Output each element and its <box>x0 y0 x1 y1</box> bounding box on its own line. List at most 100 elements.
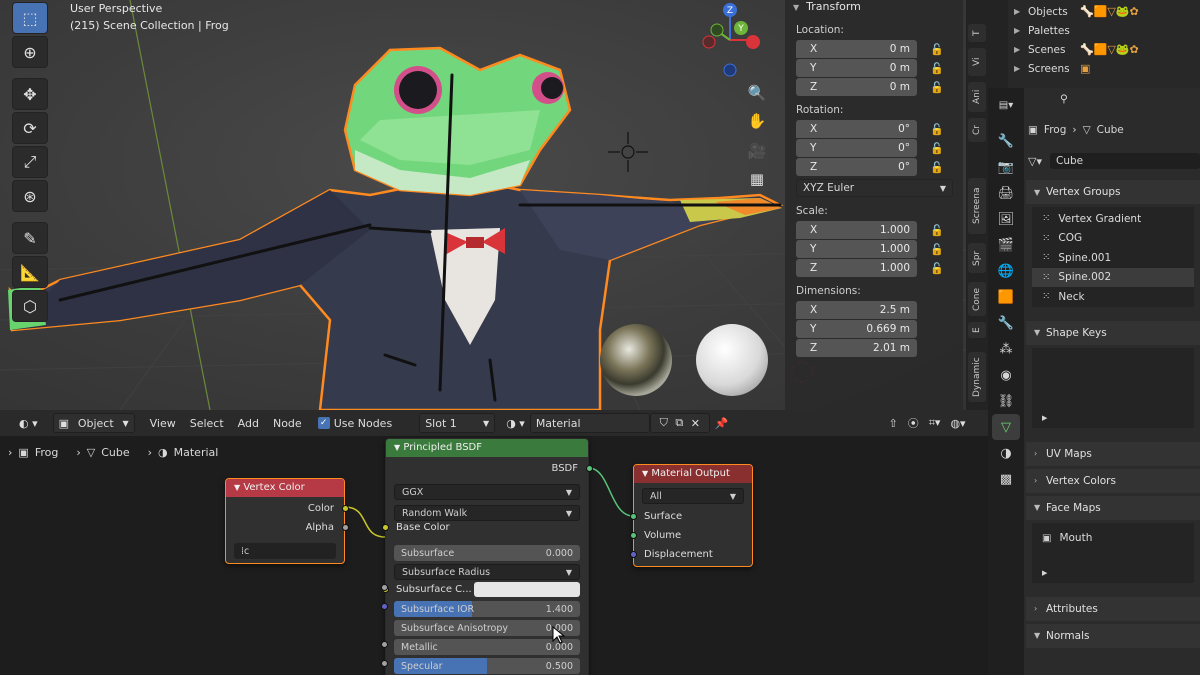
principled-bsdf-header[interactable]: ▼ Principled BSDF <box>386 439 588 457</box>
scale-y-input[interactable]: Y 1.000 <box>796 240 917 258</box>
transform-tool-icon[interactable]: ⊛ <box>12 180 48 212</box>
collapse-icon[interactable]: ▼ <box>642 469 648 478</box>
expand-arrow-icon[interactable]: ▶ <box>1014 64 1028 73</box>
physics-tab-icon[interactable]: ◉ <box>992 362 1020 388</box>
zoom-icon[interactable]: 🔍 <box>744 80 770 106</box>
sidebar-tab-0[interactable]: T <box>968 24 986 42</box>
sidebar-tab-7[interactable]: E <box>968 322 986 338</box>
sidebar-tab-4[interactable]: Screena <box>968 178 986 234</box>
face-maps-section[interactable]: ▼ Face Maps <box>1026 495 1200 520</box>
dimensions-y-input[interactable]: Y 0.669 m <box>796 320 917 338</box>
base-color-socket[interactable] <box>382 524 389 531</box>
distribution-select[interactable]: GGX ▼ <box>394 484 580 500</box>
location-x-input[interactable]: X 0 m <box>796 40 917 58</box>
search-icon[interactable]: ⚲ <box>1060 93 1068 105</box>
material-output-header[interactable]: ▼ Material Output <box>634 465 752 483</box>
sidebar-tab-5[interactable]: Spr <box>968 243 986 273</box>
outliner[interactable]: ▶ Objects 🦴🟧▽🐸✿ ▶ Palettes ▶ Scenes 🦴🟧▽🐸✿ ▶ Scree… <box>988 0 1200 88</box>
volume-socket[interactable] <box>630 532 637 539</box>
add-cube-tool-icon[interactable]: ⬡ <box>12 290 48 322</box>
specular-field[interactable]: Specular 0.500 <box>394 658 580 674</box>
play-icon[interactable]: ▶ <box>1042 414 1047 422</box>
lock-icon[interactable]: 🔓 <box>927 123 947 136</box>
grid-perspective-icon[interactable]: ▦ <box>744 166 770 192</box>
move-tool-icon[interactable]: ✥ <box>12 78 48 110</box>
object-tab-icon[interactable]: 🟧 <box>992 284 1020 310</box>
subsurface-ior-socket[interactable] <box>381 641 388 648</box>
mesh-name-field[interactable]: Cube <box>1049 153 1200 169</box>
modifier-tab-icon[interactable]: 🔧 <box>992 310 1020 336</box>
render-tab-icon[interactable]: 📷 <box>992 154 1020 180</box>
collapse-icon[interactable]: ▼ <box>793 3 799 12</box>
vertex-color-layer-field[interactable]: ⁞c <box>234 543 336 559</box>
play-icon[interactable]: ▶ <box>1042 569 1047 577</box>
output-tab-icon[interactable]: 🖨 <box>992 180 1020 206</box>
vertex-color-node-header[interactable]: ▼ Vertex Color <box>226 479 344 497</box>
attributes-section[interactable]: › Attributes <box>1026 596 1200 621</box>
subsurface-field[interactable]: Subsurface 0.000 <box>394 545 580 561</box>
camera-icon[interactable]: 🎥 <box>744 138 770 164</box>
surface-socket[interactable] <box>630 513 637 520</box>
tool-tab-icon[interactable]: 🔧 <box>992 128 1020 154</box>
outliner-row[interactable]: ▶ Objects 🦴🟧▽🐸✿ <box>996 2 1144 21</box>
material-output-node[interactable]: ▼ Material Output All ▼ Surface Volume D… <box>630 464 753 567</box>
location-z-input[interactable]: Z 0 m <box>796 78 917 96</box>
select-box-tool-icon[interactable]: ⬚ <box>12 2 48 34</box>
view-layer-tab-icon[interactable]: 🖼 <box>992 206 1020 232</box>
lock-icon[interactable]: 🔓 <box>927 142 947 155</box>
shape-keys-section[interactable]: ▼ Shape Keys <box>1026 320 1200 345</box>
subsurface-radius-socket[interactable] <box>381 603 388 610</box>
collapse-icon[interactable]: ▼ <box>234 483 240 492</box>
vertex-group-item[interactable]: ⁙ COG <box>1032 229 1194 249</box>
rotation-z-input[interactable]: Z 0° <box>796 158 917 176</box>
outliner-row[interactable]: ▶ Palettes <box>996 21 1144 40</box>
subsurface-ior-field[interactable]: Subsurface IOR 1.400 <box>394 601 580 617</box>
collapse-icon[interactable]: ▼ <box>394 443 400 452</box>
rotation-x-input[interactable]: X 0° <box>796 120 917 138</box>
face-map-item[interactable]: ▣ Mouth <box>1032 529 1194 549</box>
displacement-socket[interactable] <box>630 551 637 558</box>
dimensions-x-input[interactable]: X 2.5 m <box>796 301 917 319</box>
expand-arrow-icon[interactable]: ▶ <box>1014 7 1028 16</box>
shape-keys-list[interactable]: ▶ <box>1032 347 1194 428</box>
sidebar-tab-6[interactable]: Cone <box>968 282 986 316</box>
lock-icon[interactable]: 🔓 <box>927 243 947 256</box>
lock-icon[interactable]: 🔓 <box>927 262 947 275</box>
subsurface-socket[interactable] <box>381 584 388 591</box>
dimensions-z-input[interactable]: Z 2.01 m <box>796 339 917 357</box>
sidebar-tab-1[interactable]: Vi <box>968 48 986 76</box>
texture-tab-icon[interactable]: ▩ <box>992 466 1020 492</box>
material-tab-icon[interactable]: ◑ <box>992 440 1020 466</box>
vertex-color-node[interactable]: ▼ Vertex Color Color Alpha ⁞c <box>225 478 349 564</box>
outliner-row[interactable]: ▶ Screens ▣ <box>996 59 1144 78</box>
editor-type-icon[interactable]: ▤▾ <box>992 92 1020 118</box>
scene-tab-icon[interactable]: 🎬 <box>992 232 1020 258</box>
vertex-group-item[interactable]: ⁙ Vertex Gradient <box>1032 209 1194 229</box>
constraints-tab-icon[interactable]: ⛓ <box>992 388 1020 414</box>
shader-editor[interactable]: ◐ ▾ ▣ Object ▼ View Select Add Node ✓ Us… <box>0 410 988 675</box>
cursor-tool-icon[interactable]: ⊕ <box>12 36 48 68</box>
alpha-socket[interactable] <box>342 524 349 531</box>
sidebar-tab-3[interactable]: Cr <box>968 118 986 142</box>
rotate-tool-icon[interactable]: ⟳ <box>12 112 48 144</box>
data-tab-icon[interactable]: ▽ <box>992 414 1020 440</box>
bsdf-socket[interactable] <box>586 465 593 472</box>
lock-icon[interactable]: 🔓 <box>927 81 947 94</box>
lock-icon[interactable]: 🔓 <box>927 62 947 75</box>
lock-icon[interactable]: 🔓 <box>927 43 947 56</box>
lock-icon[interactable]: 🔓 <box>927 161 947 174</box>
subsurface-radius-field[interactable]: Subsurface Radius ▼ <box>394 564 580 580</box>
normals-section[interactable]: ▼ Normals <box>1026 623 1200 648</box>
subsurface-color-swatch[interactable] <box>474 582 580 597</box>
location-y-input[interactable]: Y 0 m <box>796 59 917 77</box>
vertex-groups-section[interactable]: ▼ Vertex Groups <box>1026 180 1200 204</box>
rotation-mode-select[interactable]: XYZ Euler ▼ <box>796 179 953 197</box>
scale-z-input[interactable]: Z 1.000 <box>796 259 917 277</box>
rotation-y-input[interactable]: Y 0° <box>796 139 917 157</box>
vertex-group-item[interactable]: ⁙ Spine.002 <box>1032 267 1194 287</box>
uv-maps-section[interactable]: › UV Maps <box>1026 441 1200 466</box>
anisotropy-socket[interactable] <box>381 660 388 667</box>
3d-viewport[interactable]: User Perspective (215) Scene Collection … <box>0 0 966 410</box>
vertex-group-item[interactable]: ⁙ Neck <box>1032 287 1194 307</box>
pan-hand-icon[interactable]: ✋ <box>744 108 770 134</box>
